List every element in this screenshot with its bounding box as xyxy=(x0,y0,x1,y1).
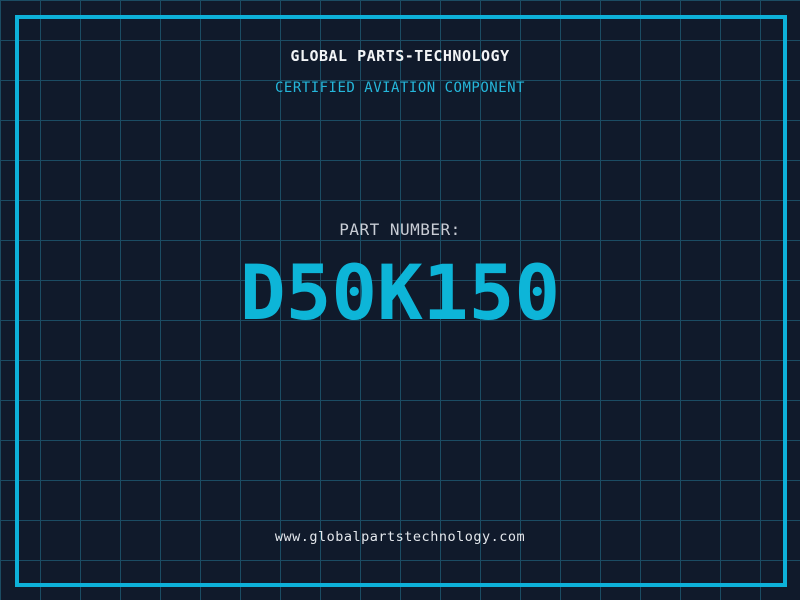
component-display-screen: GLOBAL PARTS-TECHNOLOGY CERTIFIED AVIATI… xyxy=(0,0,800,600)
part-number-value: D50K150 xyxy=(239,248,561,337)
part-number-label: PART NUMBER: xyxy=(339,220,461,239)
website-url: www.globalpartstechnology.com xyxy=(274,529,526,545)
company-name: GLOBAL PARTS-TECHNOLOGY xyxy=(290,47,510,65)
certification-line: CERTIFIED AVIATION COMPONENT xyxy=(274,80,525,96)
